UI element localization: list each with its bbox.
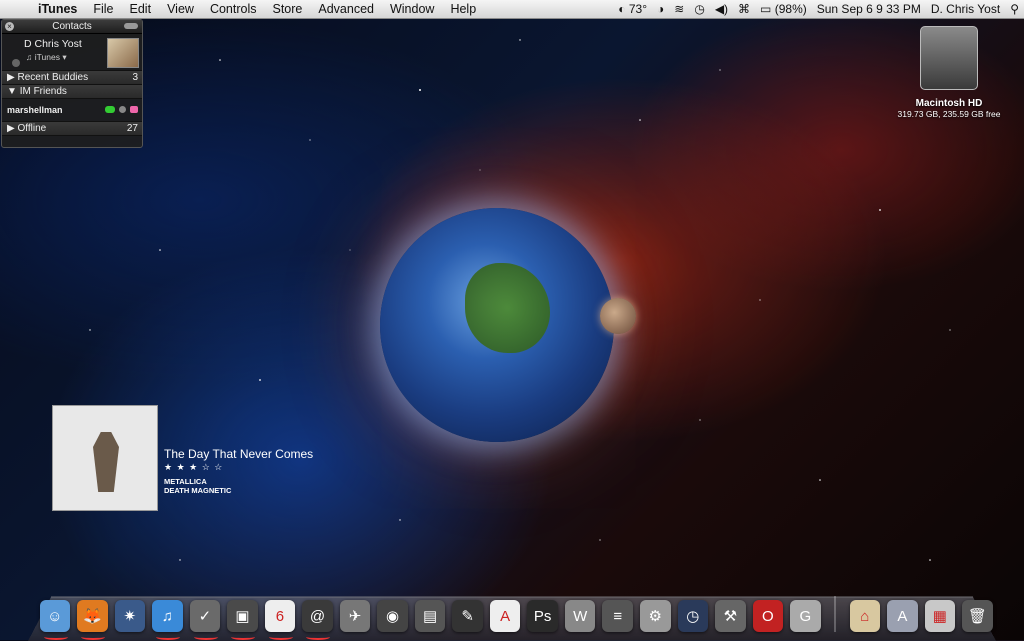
close-icon[interactable]: × <box>5 22 14 31</box>
running-indicator <box>193 634 218 640</box>
applications-folder-icon[interactable]: A <box>887 600 918 632</box>
address-book-icon[interactable]: @ <box>302 600 333 640</box>
my-status: D Chris Yost ♫ iTunes ▾ <box>2 34 142 71</box>
calendar-icon[interactable]: 6 <box>264 600 296 640</box>
airplane-icon[interactable]: ✈ <box>339 600 371 632</box>
zoom-icon[interactable] <box>124 23 138 29</box>
word-icon[interactable]: W <box>564 600 596 632</box>
contacts-window: × Contacts D Chris Yost ♫ iTunes ▾ ▶ Rec… <box>1 19 143 148</box>
menu-window[interactable]: Window <box>382 2 442 16</box>
running-indicator <box>156 634 181 640</box>
film-icon[interactable]: ▤ <box>414 600 446 632</box>
user-menu[interactable]: D. Chris Yost <box>926 2 1005 16</box>
photoshop-icon[interactable]: Ps <box>527 600 558 632</box>
drive-label: Macintosh HD <box>915 98 983 109</box>
safari-icon[interactable]: ✷ <box>114 600 146 632</box>
running-indicator <box>81 634 106 640</box>
running-indicator <box>43 634 68 640</box>
disclosure-right-icon: ▶ <box>7 72 15 83</box>
tools-icon[interactable]: ✎ <box>452 600 483 632</box>
battery-icon: ▭ <box>760 2 772 16</box>
my-name[interactable]: D Chris Yost <box>24 38 82 50</box>
time-machine-icon[interactable]: ◷ <box>689 2 709 16</box>
volume-icon[interactable]: ◀) <box>710 2 733 16</box>
moon-phase-icon[interactable]: ◑ <box>652 2 669 16</box>
wifi-icon[interactable]: ≋ <box>669 2 689 16</box>
check-icon[interactable]: ✓ <box>189 600 221 640</box>
group-recent-buddies[interactable]: ▶ Recent Buddies 3 <box>2 71 142 85</box>
trash-icon[interactable]: 🗑 <box>962 600 993 632</box>
continent <box>465 263 550 353</box>
app-g-icon[interactable]: G <box>790 600 821 632</box>
track-title: The Day That Never Comes <box>164 447 314 461</box>
contacts-title: Contacts <box>52 21 92 32</box>
finder-icon[interactable]: ☺ <box>39 600 71 640</box>
moon-wallpaper <box>600 298 636 334</box>
status-pink-icon <box>130 106 138 113</box>
weather-status[interactable]: ◐ 73° <box>613 2 652 16</box>
running-indicator <box>231 634 256 640</box>
group-offline[interactable]: ▶ Offline 27 <box>2 122 142 136</box>
firefox-icon[interactable]: 🦊 <box>77 600 108 640</box>
opera-icon[interactable]: O <box>752 600 784 632</box>
status-grey-icon <box>119 106 126 113</box>
coffin-artwork <box>93 432 119 492</box>
hard-drive-icon <box>920 26 978 90</box>
album-art[interactable] <box>52 405 158 511</box>
track-artist: METALLICA <box>164 477 207 486</box>
menu-advanced[interactable]: Advanced <box>310 2 382 16</box>
dock-separator <box>834 596 837 632</box>
camera-icon[interactable]: ◉ <box>377 600 408 632</box>
input-menu-icon[interactable]: ⌘ <box>733 2 755 16</box>
my-status-message[interactable]: ♫ iTunes ▾ <box>26 52 67 63</box>
disclosure-right-icon: ▶ <box>7 123 15 134</box>
group-im-friends[interactable]: ▼ IM Friends <box>2 85 142 99</box>
track-album: DEATH MAGNETIC <box>164 486 232 495</box>
track-rating[interactable]: ★ ★ ★ ☆ ☆ <box>164 462 223 473</box>
menu-clock[interactable]: Sun Sep 6 9 33 PM <box>812 2 926 16</box>
buddy-row[interactable]: marshellman <box>2 99 142 122</box>
status-indicator-icon[interactable] <box>12 59 20 67</box>
menu-help[interactable]: Help <box>442 2 484 16</box>
timemachine-icon[interactable]: ◷ <box>677 600 709 632</box>
avatar[interactable] <box>107 38 139 68</box>
menu-file[interactable]: File <box>85 2 121 16</box>
app-menu[interactable]: iTunes <box>30 2 85 16</box>
home-folder-icon[interactable]: ⌂ <box>849 600 881 632</box>
status-green-icon <box>105 106 115 113</box>
preferences-icon[interactable]: ⚙ <box>640 600 671 632</box>
disclosure-down-icon: ▼ <box>7 86 17 97</box>
xcode-icon[interactable]: ⚒ <box>715 600 746 632</box>
drive-info: 319.73 GB, 235.59 GB free <box>897 109 1001 119</box>
menu-view[interactable]: View <box>159 2 202 16</box>
menu-bar: iTunes File Edit View Controls Store Adv… <box>0 0 1024 19</box>
notes-icon[interactable]: ≡ <box>602 600 633 632</box>
menu-store[interactable]: Store <box>264 2 310 16</box>
contacts-titlebar[interactable]: × Contacts <box>2 20 142 34</box>
running-indicator <box>268 634 293 640</box>
dock: ☺ 🦊 ✷ ♫ ✓ ▣ 6 @ ✈ ◉ ▤ ✎ A Ps W ≡ ⚙ ◷ ⚒ O G ⌂ A ▦ 🗑 <box>36 592 996 640</box>
downloads-stack-icon[interactable]: ▦ <box>924 600 956 632</box>
iphoto-icon[interactable]: ▣ <box>227 600 258 640</box>
menu-controls[interactable]: Controls <box>202 2 265 16</box>
menu-edit[interactable]: Edit <box>122 2 160 16</box>
weather-icon: ◐ <box>618 2 626 16</box>
itunes-icon[interactable]: ♫ <box>152 600 183 640</box>
spotlight-icon[interactable]: ⚲ <box>1005 2 1024 16</box>
macintosh-hd[interactable]: Macintosh HD 319.73 GB, 235.59 GB free <box>894 26 1004 119</box>
now-playing-widget: The Day That Never Comes ★ ★ ★ ☆ ☆ METAL… <box>52 405 332 511</box>
acrobat-icon[interactable]: A <box>489 600 521 632</box>
battery-status[interactable]: ▭ (98%) <box>755 2 812 16</box>
earth-wallpaper <box>380 208 614 442</box>
